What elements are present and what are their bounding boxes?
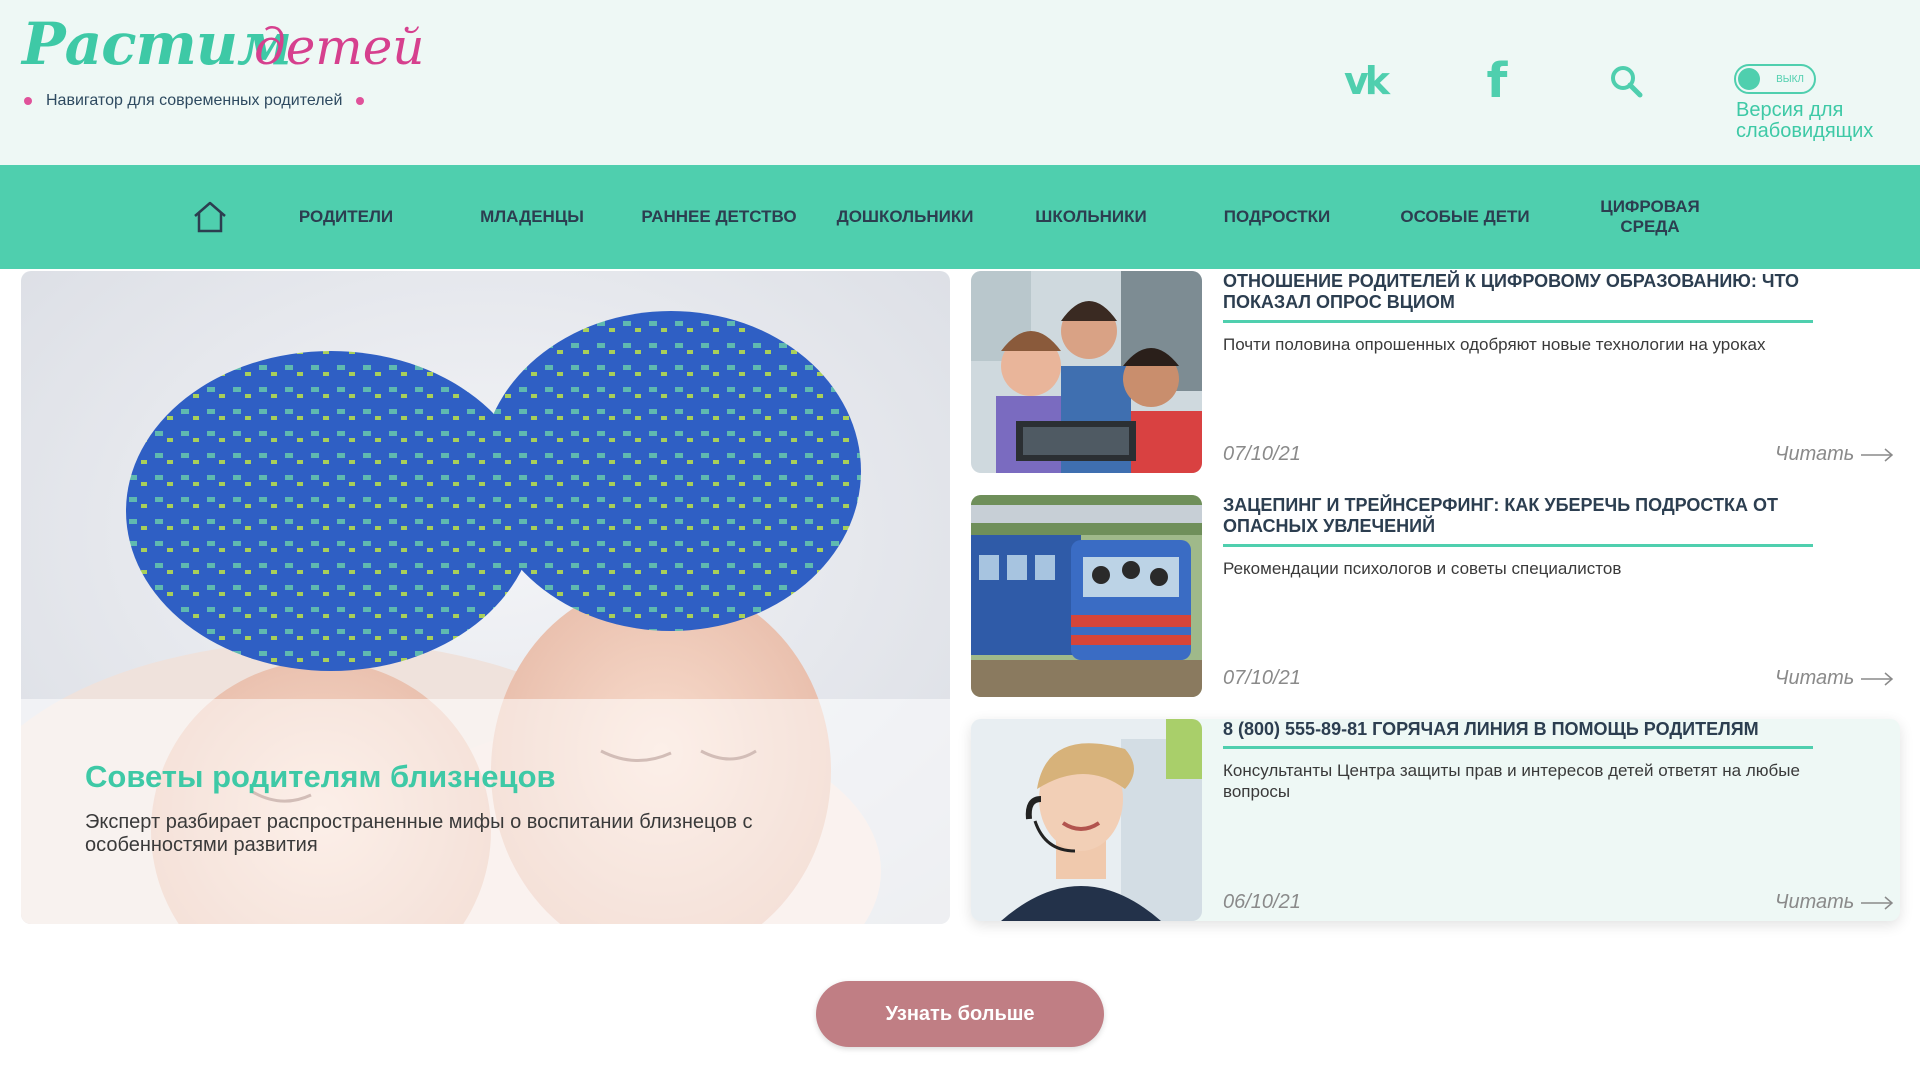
nav-item-infants[interactable]: МЛАДЕНЦЫ xyxy=(462,165,602,269)
facebook-icon[interactable]: f xyxy=(1469,53,1525,109)
arrow-right-icon xyxy=(1861,671,1894,686)
article-description: Рекомендации психологов и советы специал… xyxy=(1223,559,1622,578)
nav-item-preschoolers[interactable]: ДОШКОЛЬНИКИ xyxy=(828,165,982,269)
article-title[interactable]: ЗАЦЕПИНГ И ТРЕЙНСЕРФИНГ: КАК УБЕРЕЧЬ ПОД… xyxy=(1223,495,1853,537)
read-more-link[interactable]: Читать xyxy=(1775,667,1894,690)
article-image-train xyxy=(971,495,1202,697)
read-more-link[interactable]: Читать xyxy=(1775,443,1894,466)
nav-item-teenagers[interactable]: ПОДРОСТКИ xyxy=(1208,165,1346,269)
learn-more-button[interactable]: Узнать больше xyxy=(816,981,1104,1047)
vk-icon[interactable]: vk xyxy=(1337,56,1393,106)
main-nav: РОДИТЕЛИ МЛАДЕНЦЫ РАННЕЕ ДЕТСТВО ДОШКОЛЬ… xyxy=(0,165,1920,269)
article-date: 06/10/21 xyxy=(1223,891,1301,913)
logo-word-detey: детей xyxy=(254,18,425,76)
tagline-dot-right xyxy=(356,97,365,105)
featured-article-title[interactable]: Советы родителям близнецов xyxy=(85,759,556,795)
arrow-right-icon xyxy=(1861,895,1894,910)
article-title-underline xyxy=(1223,746,1813,749)
logo-tagline: Навигатор для современных родителей xyxy=(22,92,365,110)
arrow-right-icon xyxy=(1861,447,1894,462)
article-card[interactable]: ЗАЦЕПИНГ И ТРЕЙНСЕРФИНГ: КАК УБЕРЕЧЬ ПОД… xyxy=(971,495,1900,697)
nav-item-schoolchildren[interactable]: ШКОЛЬНИКИ xyxy=(1018,165,1164,269)
article-date: 07/10/21 xyxy=(1223,667,1301,689)
article-image-kids-tablet xyxy=(971,271,1202,473)
article-card[interactable]: 8 (800) 555-89-81 ГОРЯЧАЯ ЛИНИЯ В ПОМОЩЬ… xyxy=(971,719,1900,921)
tagline-text: Навигатор для современных родителей xyxy=(46,92,343,109)
low-vision-label[interactable]: Версия для слабовидящих xyxy=(1736,100,1896,142)
article-title[interactable]: ОТНОШЕНИЕ РОДИТЕЛЕЙ К ЦИФРОВОМУ ОБРАЗОВА… xyxy=(1223,271,1853,313)
article-date: 07/10/21 xyxy=(1223,443,1301,465)
article-card[interactable]: ОТНОШЕНИЕ РОДИТЕЛЕЙ К ЦИФРОВОМУ ОБРАЗОВА… xyxy=(971,271,1900,473)
article-title-underline xyxy=(1223,544,1813,547)
site-header: Растим детей Навигатор для современных р… xyxy=(0,0,1920,165)
article-description: Консультанты Центра защиты прав и интере… xyxy=(1223,761,1800,801)
tagline-dot-left xyxy=(24,97,32,105)
read-more-label: Читать xyxy=(1775,667,1855,689)
nav-item-digital-environment[interactable]: ЦИФРОВАЯ СРЕДА xyxy=(1582,165,1718,269)
article-image-hotline-operator xyxy=(971,719,1202,921)
toggle-knob xyxy=(1738,68,1760,90)
search-icon[interactable] xyxy=(1598,56,1654,106)
read-more-label: Читать xyxy=(1775,443,1855,465)
logo-word-rastim: Растим xyxy=(22,10,292,78)
nav-item-special-children[interactable]: ОСОБЫЕ ДЕТИ xyxy=(1388,165,1542,269)
featured-article-card[interactable]: Советы родителям близнецов Эксперт разби… xyxy=(21,271,950,924)
site-logo[interactable]: Растим детей Навигатор для современных р… xyxy=(22,10,425,120)
article-description: Почти половина опрошенных одобряют новые… xyxy=(1223,335,1766,354)
read-more-label: Читать xyxy=(1775,891,1855,913)
read-more-link[interactable]: Читать xyxy=(1775,891,1894,914)
featured-article-description: Эксперт разбирает распространенные мифы … xyxy=(85,811,753,856)
nav-item-early-childhood[interactable]: РАННЕЕ ДЕТСТВО xyxy=(634,165,804,269)
article-title[interactable]: 8 (800) 555-89-81 ГОРЯЧАЯ ЛИНИЯ В ПОМОЩЬ… xyxy=(1223,719,1853,740)
low-vision-toggle[interactable]: ВЫКЛ xyxy=(1734,64,1816,94)
home-icon[interactable] xyxy=(192,200,228,234)
article-title-underline xyxy=(1223,320,1813,323)
nav-item-parents[interactable]: РОДИТЕЛИ xyxy=(284,165,408,269)
toggle-state-label: ВЫКЛ xyxy=(1776,74,1804,85)
